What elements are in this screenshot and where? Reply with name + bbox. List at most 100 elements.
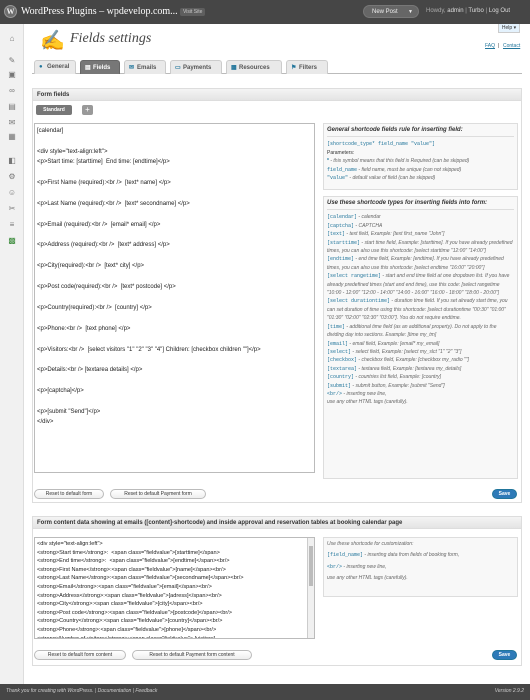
shortcode-item: [select rangetime] - start and end time … [327,272,514,297]
reset-default-form-button[interactable]: Reset to default form [34,489,104,499]
gear-icon: ● [39,64,43,70]
shortcode-code: [select durationtime] [327,298,391,305]
media-icon[interactable]: ▣ [7,70,17,79]
settings-icon[interactable]: ≡ [7,220,17,229]
content-data-header: Form content data showing at emails ([co… [33,517,521,529]
version-label: Version 2.9.2 [494,688,524,694]
save-button[interactable]: Save [492,650,517,660]
shortcode-desc: - end time field, Example: [endtime]. If… [327,256,504,271]
shortcode-item: [text] - text field, Example: [text firs… [327,230,514,238]
email-icon: ✉ [129,65,135,71]
chevron-down-icon[interactable]: ▼ [408,9,413,15]
tab-emails[interactable]: ✉ Emails [124,60,166,74]
fields-settings-icon: ✍ [40,30,65,52]
page-title: Fields settings [70,31,152,46]
fields-icon: ▤ [85,65,91,71]
dashboard-icon[interactable]: ⌂ [7,34,17,43]
param-code: "value" [327,175,349,182]
appearance-icon[interactable]: ◧ [7,156,17,165]
tab-resources[interactable]: ▦ Resources [226,60,282,74]
separator: | [132,688,134,694]
reset-form-content-button[interactable]: Reset to default form content [34,650,126,660]
shortcode-item: <br/> - inserting new line, [327,390,514,398]
shortcode-desc: - CAPTCHA [354,222,383,229]
contact-link[interactable]: Contact [503,43,520,49]
scrollbar[interactable] [307,538,314,638]
shortcode-code: [endtime] [327,256,355,263]
shortcode-item: [email] - email field, Example: [email* … [327,340,514,348]
tab-payments[interactable]: ▭ Payments [170,60,222,74]
site-title[interactable]: WordPress Plugins – wpdevelop.com... [21,6,178,17]
pages-icon[interactable]: ▤ [7,102,17,111]
form-fields-textarea[interactable]: [calendar] <div style="text-align:left">… [34,123,315,473]
shortcode-code: [captcha] [327,222,355,229]
add-form-button[interactable]: + [82,105,93,115]
documentation-link[interactable]: Documentation [98,688,132,694]
user-link[interactable]: admin [447,8,463,14]
shortcode-code: [calendar] [327,214,358,221]
logout-link[interactable]: Log Out [489,8,510,14]
visit-site-button[interactable]: Visit Site [180,8,206,16]
shortcode-item: [calendar] - calendar [327,213,514,221]
shortcode-item: [submit] - submit button, Example: [subm… [327,382,514,390]
help-footer: use any other HTML tags (carefully). [327,575,408,582]
tab-fields[interactable]: ▤ Fields [80,60,120,74]
rule-code: [shortcode_type* field_name "value"] [327,141,436,148]
param-desc: - default value of field (can be skipped… [348,175,436,182]
shortcode-desc: - email field, Example: [email* my_email… [348,340,440,347]
plugin-icon[interactable]: ▩ [7,236,17,245]
reset-payment-content-button[interactable]: Reset to default Payment form content [132,650,252,660]
tab-filters[interactable]: ⚑ Filters [286,60,328,74]
comments-icon[interactable]: ✉ [7,118,17,127]
shortcode-desc: - textarea field, Example: [textarea my_… [357,365,462,372]
help-tab[interactable]: Help ▾ [498,24,520,33]
filter-icon: ⚑ [291,65,297,71]
form-fields-header: Form fields [33,89,521,101]
standard-form-button[interactable]: Standard [36,105,72,115]
param-desc: - field name, must be unique (can not sk… [357,166,462,173]
shortcode-item: [captcha] - CAPTCHA [327,222,514,230]
content-data-text: <div style="text-align:left"> <strong>St… [37,541,244,639]
shortcode-code: [text] [327,231,346,238]
shortcode-desc: - calendar [357,214,381,221]
save-button[interactable]: Save [492,489,517,499]
content-data-textarea[interactable]: <div style="text-align:left"> <strong>St… [34,537,315,639]
links-icon[interactable]: ∞ [7,86,17,95]
wordpress-logo-icon[interactable]: W [4,5,17,18]
posts-icon[interactable]: ✎ [7,56,17,65]
separator: | [485,8,488,14]
help-label: Help [501,25,513,31]
shortcode-item: [textarea] - textarea field, Example: [t… [327,365,514,373]
payments-icon: ▭ [175,65,181,71]
shortcode-item: [starttime] - start time field, Example:… [327,239,514,256]
shortcode-desc: - countries list field, Example: [countr… [354,374,441,381]
users-icon[interactable]: ☺ [7,188,17,197]
customization-title: Use these shortcode for customization: [327,541,414,547]
feedback-link[interactable]: Feedback [135,688,157,694]
customization-help-box: Use these shortcode for customization: [… [323,537,518,597]
turbo-link[interactable]: Turbo [468,8,483,14]
shortcode-code: [submit] [327,382,352,389]
shortcode-desc: - submit button, Example: [submit "Send"… [351,382,445,389]
help-desc: - inserting new line, [342,563,387,570]
general-rule-box: General shortcode fields rule for insert… [323,123,518,190]
admin-footer: Thank you for creating with WordPress. |… [0,684,530,700]
faq-link[interactable]: FAQ [485,43,495,49]
shortcode-desc: - text field, Example: [text first_name … [345,231,445,238]
shortcode-desc: - additional time field (as an additiona… [327,323,497,339]
reset-payment-form-button[interactable]: Reset to default Payment form [110,489,206,499]
tools-icon[interactable]: ✂ [7,204,17,213]
booking-icon[interactable]: ▦ [7,132,17,141]
scrollbar-thumb[interactable] [309,546,313,586]
shortcode-code: [email] [327,340,349,347]
new-post-button[interactable]: New Post ▼ [363,5,419,18]
shortcode-item: [checkbox] - checkbox field, Example: [c… [327,356,514,364]
shortcode-code: [starttime] [327,239,361,246]
parameters-label: Parameters: [327,149,355,156]
help-desc: - inserting data from fields of booking … [363,552,460,559]
tab-label: Fields [93,65,111,71]
user-greeting: Howdy, admin | Turbo | Log Out [426,8,510,14]
help-code: [field_name] [327,552,364,559]
plugins-icon[interactable]: ⚙ [7,172,17,181]
tab-general[interactable]: ● General [34,60,76,74]
